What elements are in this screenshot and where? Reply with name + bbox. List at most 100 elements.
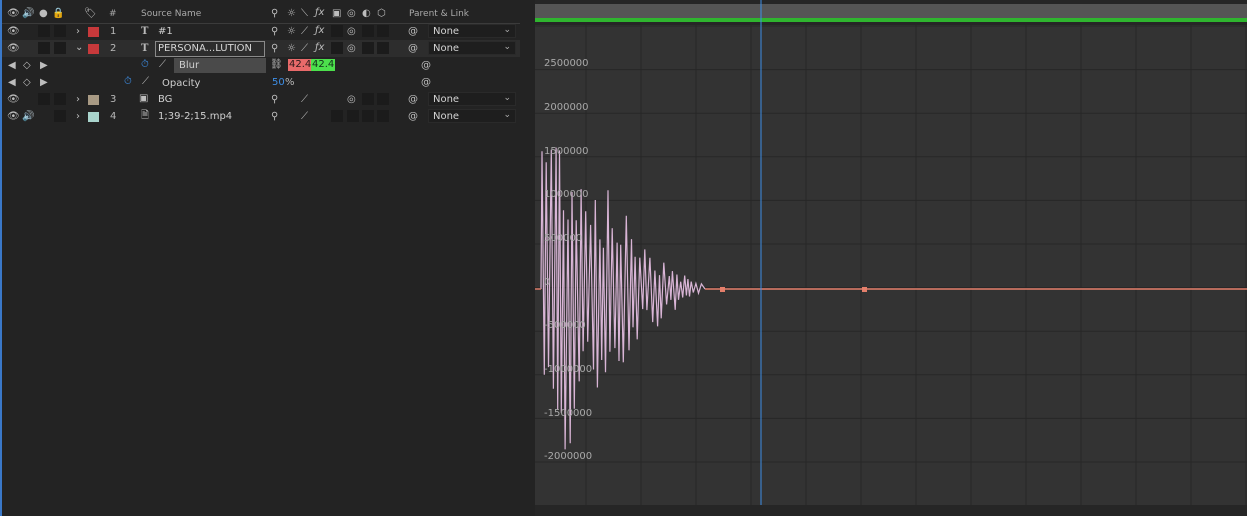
prev-keyframe-icon[interactable]: ◀ [8,60,16,72]
shy-icon[interactable]: ⚲ [271,111,278,123]
label-color-swatch[interactable] [88,112,99,122]
layer-name[interactable]: #1 [158,26,173,38]
parent-dropdown[interactable]: None ⌄ [428,109,516,123]
eye-icon[interactable]: 👁 [7,26,20,38]
speaker-icon[interactable]: 🔊 [22,111,34,123]
adjustment-toggle[interactable] [362,42,374,54]
parent-dropdown[interactable]: None ⌄ [428,24,516,38]
graph-toggle-icon[interactable]: ⟋ [159,59,166,71]
collapse-icon[interactable]: ☼ [287,26,296,38]
add-keyframe-icon[interactable]: ◇ [23,77,31,89]
label-color-swatch[interactable] [88,95,99,105]
effect-fx-icon[interactable]: ƒx [315,42,324,54]
shy-icon[interactable]: ⚲ [271,94,278,106]
layer-row-2[interactable]: 👁 ⌄ 2 T PERSONA...LUTION ⚲ ☼ ⟋ ƒx ◎ @ No… [2,40,520,57]
pick-whip-icon[interactable]: @ [408,111,418,123]
expression-pick-whip-icon[interactable]: @ [421,60,431,72]
speaker-icon[interactable]: 🔊 [22,8,34,20]
layer-row-4[interactable]: 👁 🔊 › 4 🗎 1;39-2;15.mp4 ⚲ ⟋ @ None ⌄ [2,108,520,125]
quality-icon[interactable]: ⟍ [301,8,308,20]
shy-icon[interactable]: ⚲ [271,26,278,38]
effect-fx-icon[interactable]: ƒx [315,25,324,37]
3d-layer-icon[interactable]: ⬡ [377,8,386,20]
column-source-name[interactable]: Source Name [141,9,201,19]
opacity-value[interactable]: 50 [272,77,285,89]
effect-fx-icon[interactable]: ƒx [315,7,324,19]
lock-toggle[interactable] [54,42,66,54]
eye-icon[interactable]: 👁 [7,111,20,123]
chevron-right-icon[interactable]: › [76,111,80,123]
pick-whip-icon[interactable]: @ [408,26,418,38]
shy-icon[interactable]: ⚲ [271,43,278,55]
motion-blur-icon[interactable]: ◎ [347,26,356,38]
graph-editor[interactable]: 2500000 2000000 1500000 1000000 500000 0… [535,0,1247,516]
solo-dot-icon[interactable]: ● [39,8,48,20]
frame-blend-toggle[interactable] [331,110,343,122]
adjustment-layer-icon[interactable]: ◐ [362,8,371,20]
next-keyframe-icon[interactable]: ▶ [40,60,48,72]
solo-toggle[interactable] [38,25,50,37]
adjustment-toggle[interactable] [362,110,374,122]
label-color-swatch[interactable] [88,27,99,37]
pick-whip-icon[interactable]: @ [408,94,418,106]
column-parent-link[interactable]: Parent & Link [409,9,469,19]
blur-value-x[interactable]: 42.4 [288,59,313,71]
chevron-right-icon[interactable]: › [76,26,80,38]
lock-toggle[interactable] [54,93,66,105]
graph-canvas[interactable] [535,0,1247,516]
eye-icon[interactable]: 👁 [7,43,20,55]
solo-toggle[interactable] [38,42,50,54]
shy-icon[interactable]: ⚲ [271,8,278,20]
adjustment-toggle[interactable] [362,93,374,105]
motion-blur-icon[interactable]: ◎ [347,8,356,20]
property-row-blur[interactable]: ◀ ◇ ▶ ⏱ ⟋ Blur ⛓ 42.4 42.4 @ [2,57,520,74]
layer-row-1[interactable]: 👁 › 1 T #1 ⚲ ☼ ⟋ ƒx ◎ @ None ⌄ [2,23,520,40]
3d-toggle[interactable] [377,25,389,37]
layer-name[interactable]: BG [158,94,172,106]
lock-icon[interactable]: 🔒 [52,8,64,20]
quality-icon[interactable]: ⟋ [301,111,308,123]
frame-blend-toggle[interactable] [331,25,343,37]
collapse-icon[interactable]: ☼ [287,43,296,55]
quality-icon[interactable]: ⟋ [301,94,308,106]
eye-icon[interactable]: 👁 [7,8,20,20]
layer-name[interactable]: 1;39-2;15.mp4 [158,111,232,123]
motion-blur-icon[interactable]: ◎ [347,94,356,106]
collapse-icon[interactable]: ☼ [287,8,296,20]
property-row-opacity[interactable]: ◀ ◇ ▶ ⏱ ⟋ Opacity 50 % @ [2,74,520,91]
label-color-swatch[interactable] [88,44,99,54]
3d-toggle[interactable] [377,42,389,54]
layer-row-3[interactable]: 👁 › 3 ▣ BG ⚲ ⟋ ◎ @ None ⌄ [2,91,520,108]
parent-dropdown[interactable]: None ⌄ [428,92,516,106]
solo-toggle[interactable] [38,93,50,105]
adjustment-toggle[interactable] [362,25,374,37]
chevron-right-icon[interactable]: › [76,94,80,106]
pick-whip-icon[interactable]: @ [408,43,418,55]
expression-pick-whip-icon[interactable]: @ [421,77,431,89]
lock-toggle[interactable] [54,110,66,122]
parent-dropdown[interactable]: None ⌄ [428,41,516,55]
quality-icon[interactable]: ⟋ [301,43,308,55]
chevron-down-icon[interactable]: ⌄ [75,42,83,54]
3d-toggle[interactable] [377,110,389,122]
property-name-box[interactable]: Blur [174,58,266,73]
prev-keyframe-icon[interactable]: ◀ [8,77,16,89]
motion-blur-icon[interactable]: ◎ [347,43,356,55]
stopwatch-icon[interactable]: ⏱ [124,76,132,88]
3d-toggle[interactable] [377,93,389,105]
graph-toggle-icon[interactable]: ⟋ [142,76,149,88]
frame-blend-icon[interactable]: ▣ [332,8,341,20]
blur-value-y[interactable]: 42.4 [311,59,336,71]
column-number[interactable]: # [109,9,117,19]
add-keyframe-icon[interactable]: ◇ [23,60,31,72]
next-keyframe-icon[interactable]: ▶ [40,77,48,89]
lock-toggle[interactable] [54,25,66,37]
label-tag-icon[interactable]: 🏷 [84,8,97,20]
frame-blend-toggle[interactable] [331,42,343,54]
quality-icon[interactable]: ⟋ [301,26,308,38]
motion-blur-toggle[interactable] [347,110,359,122]
layer-name[interactable]: PERSONA...LUTION [155,41,265,57]
eye-icon[interactable]: 👁 [7,94,20,106]
constrain-link-icon[interactable]: ⛓ [270,59,283,71]
stopwatch-icon[interactable]: ⏱ [141,59,149,71]
